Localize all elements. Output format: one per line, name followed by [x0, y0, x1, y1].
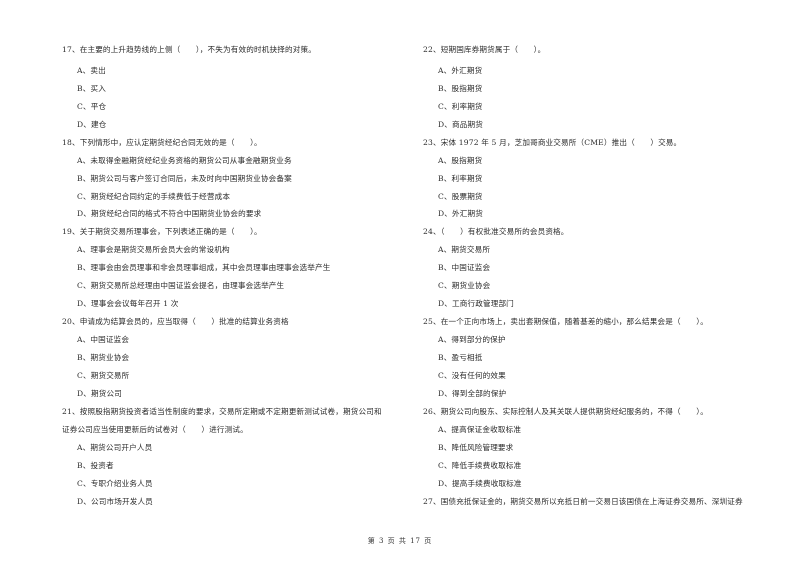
question-17-option-a: A、卖出	[77, 66, 106, 75]
question-21-stem-line-1: 21、按照股指期货投资者适当性制度的要求，交易所定期或不定期更新测试试卷，期货公…	[62, 407, 382, 416]
question-26-option-c: C、降低手续费收取标准	[438, 461, 522, 470]
question-24-option-d: D、工商行政管理部门	[438, 299, 514, 308]
question-20-option-d: D、期货公司	[77, 389, 122, 398]
question-20-option-b: B、期货业协会	[77, 353, 130, 362]
question-23-option-b: B、利率期货	[438, 174, 483, 183]
question-23-option-a: A、股指期货	[438, 156, 483, 165]
question-21-option-a: A、期货公司开户人员	[77, 443, 153, 452]
question-19-option-a: A、理事会是期货交易所会员大会的常设机构	[77, 245, 230, 254]
question-18-option-d: D、期货经纪合同的格式不符合中国期货业协会的要求	[77, 209, 262, 218]
question-26-stem: 26、期货公司向股东、实际控制人及其关联人提供期货经纪服务的，不得（ ）。	[423, 407, 708, 416]
question-20-option-a: A、中国证监会	[77, 335, 130, 344]
question-25-option-d: D、得到全部的保护	[438, 389, 507, 398]
question-17-stem: 17、在主要的上升趋势线的上侧（ ），不失为有效的时机抉择的对策。	[62, 45, 316, 54]
question-19-option-d: D、理事会会议每年召开 1 次	[77, 299, 179, 308]
question-21-option-d: D、公司市场开发人员	[77, 497, 153, 506]
question-19-option-c: C、期货交易所总经理由中国证监会提名，由理事会选举产生	[77, 281, 285, 290]
question-18-stem: 18、下列情形中，应认定期货经纪合同无效的是（ ）。	[62, 138, 262, 147]
question-21-option-c: C、专职介绍业务人员	[77, 479, 153, 488]
question-25-stem: 25、在一个正向市场上，卖出套期保值，随着基差的缩小，那么结果会是（ ）。	[423, 317, 708, 326]
question-19-stem: 19、关于期货交易所理事会，下列表述正确的是（ ）。	[62, 227, 262, 236]
question-23-option-d: D、外汇期货	[438, 209, 483, 218]
question-27-stem: 27、国债充抵保证金的，期货交易所以充抵日前一交易日该国债在上海证券交易所、深圳…	[423, 497, 743, 506]
question-21-stem-line-2: 证券公司应当使用更新后的试卷对（ ）进行测试。	[62, 425, 248, 434]
question-18-option-a: A、未取得金融期货经纪业务资格的期货公司从事金融期货业务	[77, 156, 292, 165]
question-23-stem: 23、宋体 1972 年 5 月，芝加哥商业交易所（CME）推出（ ）交易。	[423, 138, 682, 147]
question-17-option-c: C、平仓	[77, 102, 107, 111]
question-26-option-d: D、提高手续费收取标准	[438, 479, 522, 488]
question-24-option-a: A、期货交易所	[438, 245, 491, 254]
question-22-stem: 22、短期国库券期货属于（ ）。	[423, 45, 546, 54]
question-25-option-a: A、得到部分的保护	[438, 335, 506, 344]
question-23-option-c: C、股票期货	[438, 192, 483, 201]
question-24-option-c: C、期货业协会	[438, 281, 491, 290]
question-19-option-b: B、理事会由会员理事和非会员理事组成，其中会员理事由理事会选举产生	[77, 263, 331, 272]
page-number: 第 3 页 共 17 页	[367, 537, 433, 545]
question-25-option-b: B、盈亏相抵	[438, 353, 483, 362]
question-20-stem: 20、申请成为结算会员的，应当取得（ ）批准的结算业务资格	[62, 317, 289, 326]
question-18-option-c: C、期货经纪合同约定的手续费低于经营成本	[77, 192, 231, 201]
question-22-option-b: B、股指期货	[438, 84, 483, 93]
question-20-option-c: C、期货交易所	[77, 371, 130, 380]
question-26-option-b: B、降低风险管理要求	[438, 443, 514, 452]
question-18-option-b: B、期货公司与客户签订合同后，未及时向中国期货业协会备案	[77, 174, 292, 183]
question-17-option-b: B、买入	[77, 84, 106, 93]
question-22-option-d: D、商品期货	[438, 120, 483, 129]
question-22-option-c: C、利率期货	[438, 102, 483, 111]
question-24-option-b: B、中国证监会	[438, 263, 491, 272]
question-25-option-c: C、没有任何的效果	[438, 371, 506, 380]
question-24-stem: 24、（ ）有权批准交易所的会员资格。	[423, 227, 569, 236]
question-22-option-a: A、外汇期货	[438, 66, 483, 75]
question-17-option-d: D、建仓	[77, 120, 107, 129]
question-21-option-b: B、投资者	[77, 461, 114, 470]
question-26-option-a: A、提高保证金收取标准	[438, 425, 522, 434]
